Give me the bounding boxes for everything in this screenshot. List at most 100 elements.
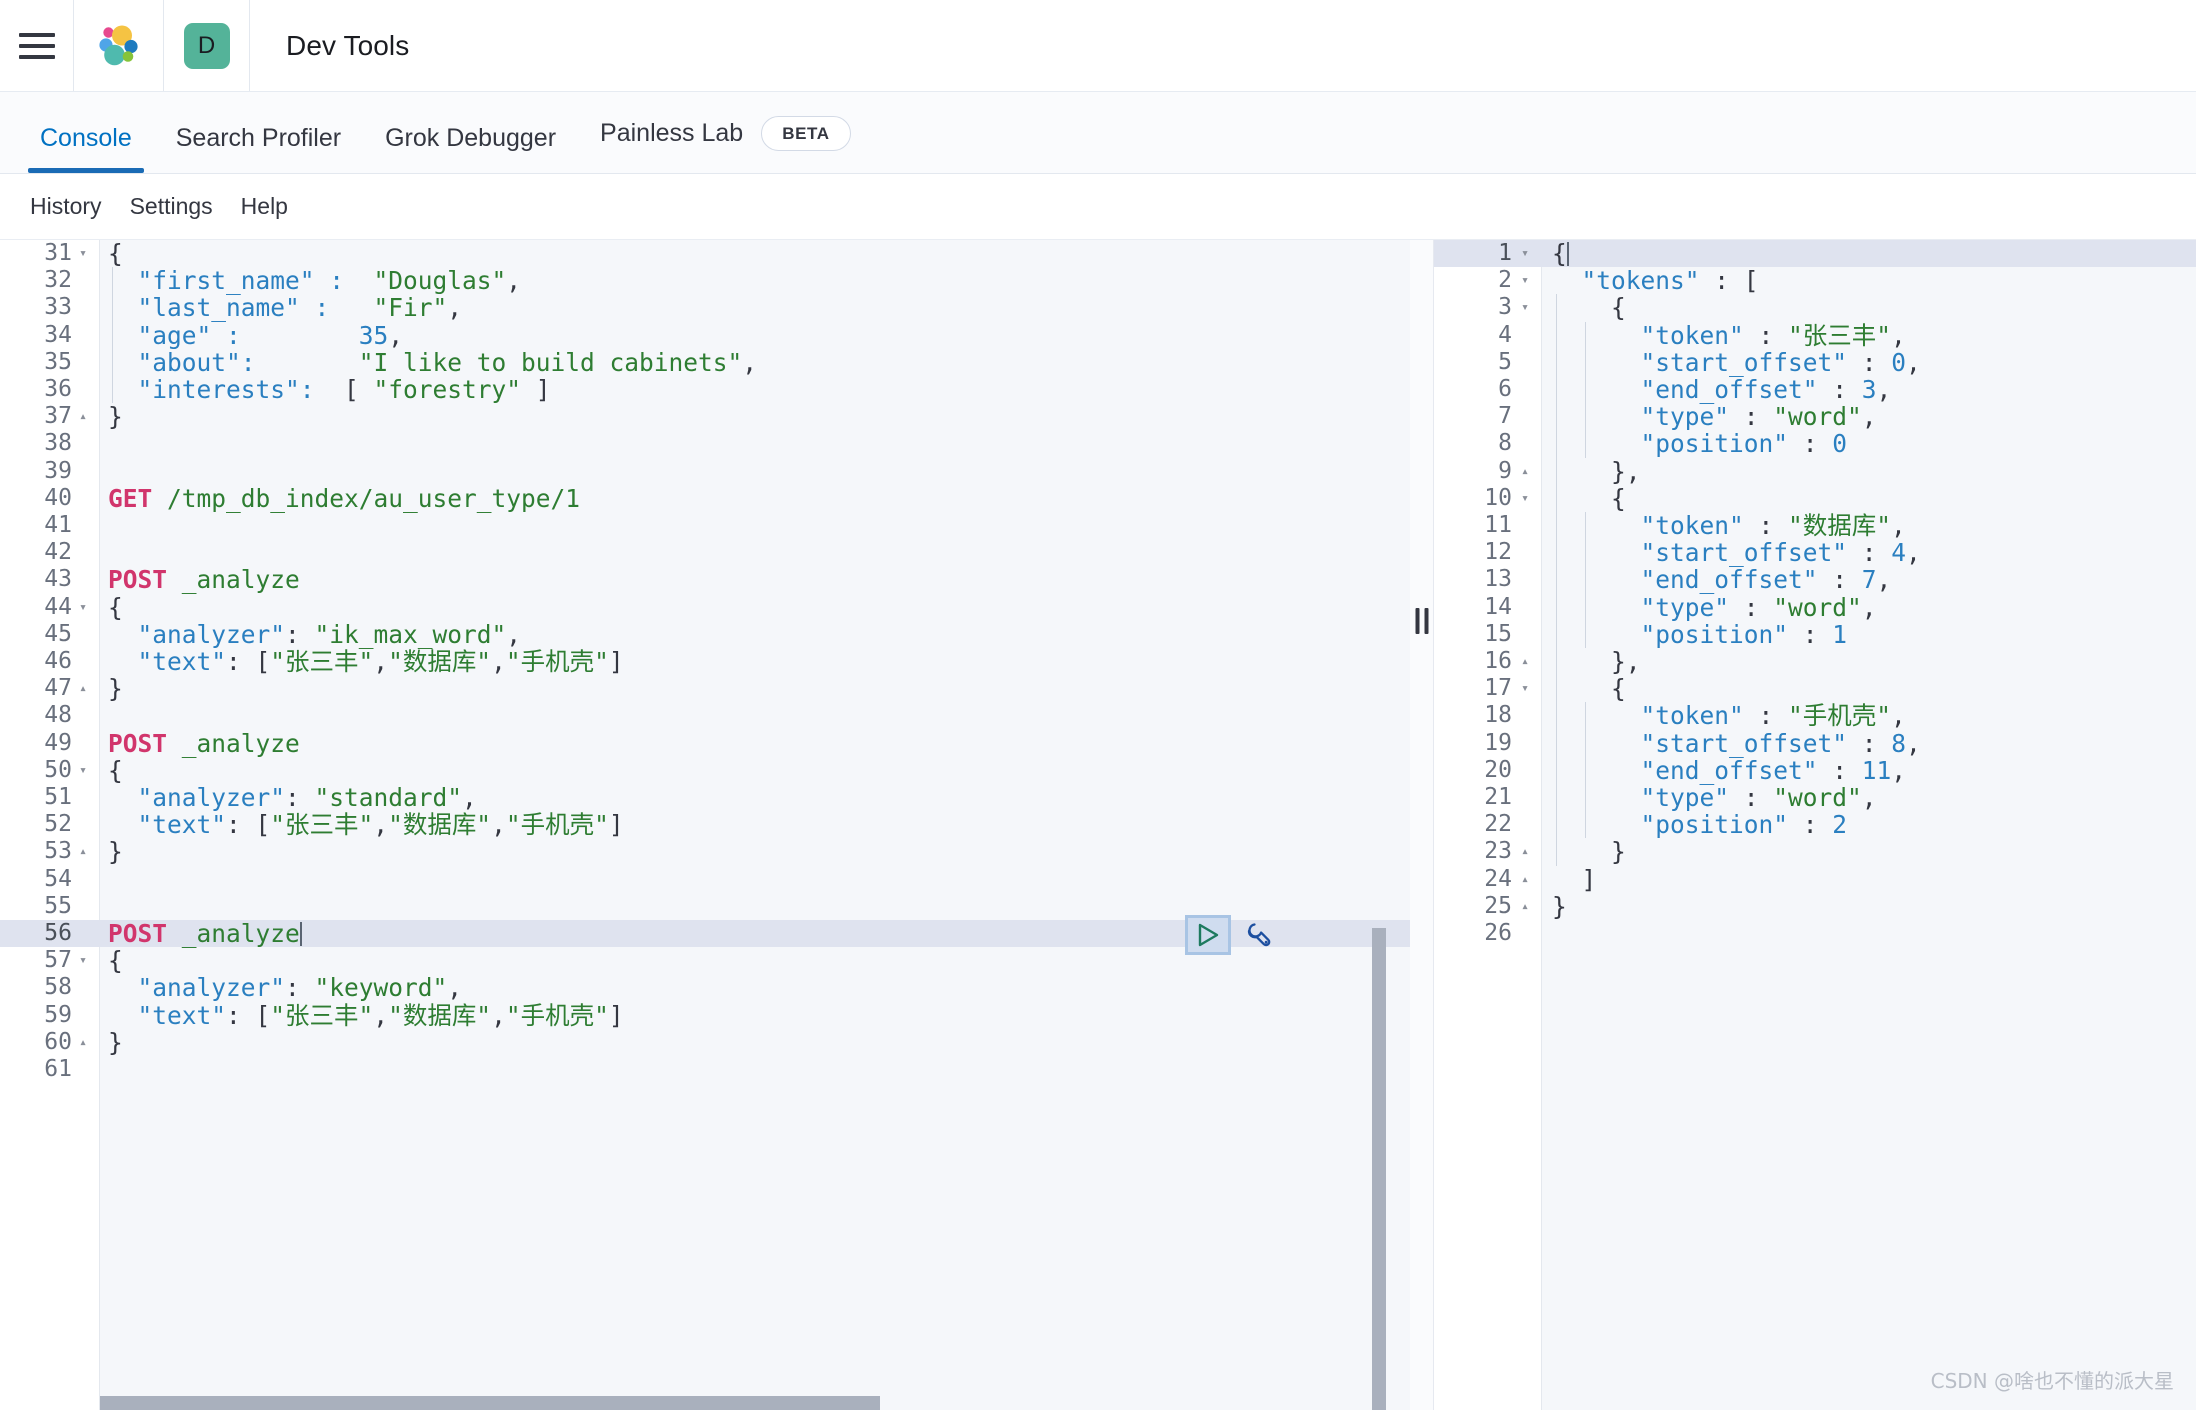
code-line[interactable]: 12 "start_offset" : 4, <box>1434 539 2196 567</box>
code-line[interactable]: 21 "type" : "word", <box>1434 784 2196 812</box>
code-line[interactable]: 31 ▾ { <box>0 240 1410 267</box>
space-avatar-button[interactable]: D <box>164 0 250 91</box>
code-line[interactable]: 14 "type" : "word", <box>1434 593 2196 621</box>
code-line[interactable]: 61 <box>0 1056 1410 1083</box>
tab-console[interactable]: Console <box>18 126 154 173</box>
fold-open-icon[interactable]: ▾ <box>1516 675 1534 702</box>
fold-close-icon[interactable]: ▴ <box>74 838 92 865</box>
code-line[interactable]: 42 <box>0 539 1410 566</box>
code-line[interactable]: 45 "analyzer": "ik_max_word", <box>0 621 1410 648</box>
code-line[interactable]: 6 "end_offset" : 3, <box>1434 376 2196 404</box>
code-line[interactable]: 60 ▴} <box>0 1029 1410 1056</box>
fold-open-icon[interactable]: ▾ <box>1516 485 1534 512</box>
editor-horizontal-scrollbar[interactable] <box>100 1396 1396 1410</box>
fold-close-icon[interactable]: ▴ <box>74 675 92 702</box>
code-line[interactable]: 54 <box>0 866 1410 893</box>
editor-vertical-scroll-thumb[interactable] <box>1372 928 1386 1410</box>
code-line[interactable]: 2 ▾ "tokens" : [ <box>1434 267 2196 294</box>
code-line[interactable]: 40 GET /tmp_db_index/au_user_type/1 <box>0 485 1410 512</box>
fold-open-icon[interactable]: ▾ <box>1516 240 1534 267</box>
code-line[interactable]: 38 <box>0 430 1410 457</box>
menu-button[interactable] <box>0 0 74 91</box>
editor-horizontal-scroll-thumb[interactable] <box>100 1396 880 1410</box>
help-button[interactable]: Help <box>227 193 302 220</box>
fold-close-icon[interactable]: ▴ <box>1516 893 1534 920</box>
code-line[interactable]: 36 "interests": [ "forestry" ] <box>0 376 1410 404</box>
code-line[interactable]: 47 ▴} <box>0 675 1410 702</box>
code-line[interactable]: 19 "start_offset" : 8, <box>1434 729 2196 757</box>
code-line[interactable]: 53 ▴} <box>0 838 1410 865</box>
settings-button[interactable]: Settings <box>116 193 227 220</box>
fold-open-icon[interactable]: ▾ <box>74 947 92 974</box>
fold-open-icon[interactable]: ▾ <box>1516 267 1534 294</box>
fold-close-icon[interactable]: ▴ <box>1516 648 1534 675</box>
code-line[interactable]: 52 "text": ["张三丰","数据库","手机壳"] <box>0 811 1410 838</box>
code-line[interactable]: 8 "position" : 0 <box>1434 430 2196 458</box>
code-line[interactable]: 44 ▾ { <box>0 593 1410 621</box>
code-line[interactable]: 11 "token" : "数据库", <box>1434 512 2196 540</box>
tab-search-profiler[interactable]: Search Profiler <box>154 126 363 173</box>
code-line[interactable]: 15 "position" : 1 <box>1434 621 2196 648</box>
request-editor-pane[interactable]: 31 ▾{32 "first_name" : "Douglas", 33 "last… <box>0 240 1410 1410</box>
code-line[interactable]: 39 <box>0 458 1410 485</box>
tab-grok-debugger[interactable]: Grok Debugger <box>363 126 578 173</box>
code-line[interactable]: 23 ▴ } <box>1434 838 2196 866</box>
fold-close-icon[interactable]: ▴ <box>1516 458 1534 485</box>
fold-open-icon[interactable]: ▾ <box>1516 294 1534 321</box>
send-request-play-button[interactable] <box>1185 915 1231 955</box>
line-number: 4 <box>1498 321 1512 348</box>
hamburger-icon[interactable] <box>18 32 55 59</box>
fold-close-icon[interactable]: ▴ <box>74 1029 92 1056</box>
tab-painless-lab[interactable]: Painless Lab BETA <box>578 116 873 173</box>
fold-open-icon[interactable]: ▾ <box>74 757 92 784</box>
code-line[interactable]: 48 <box>0 702 1410 729</box>
code-line[interactable]: 13 "end_offset" : 7, <box>1434 566 2196 594</box>
code-line[interactable]: 59 "text": ["张三丰","数据库","手机壳"] <box>0 1001 1410 1029</box>
line-number: 33 <box>44 294 72 321</box>
code-text: "start_offset" : 0, <box>1552 347 1921 377</box>
code-line[interactable]: 46 "text": ["张三丰","数据库","手机壳"] <box>0 648 1410 675</box>
elastic-logo-button[interactable] <box>74 0 164 91</box>
code-line[interactable]: 20 "end_offset" : 11, <box>1434 757 2196 784</box>
fold-open-icon[interactable]: ▾ <box>74 240 92 267</box>
code-line[interactable]: 17 ▾ { <box>1434 675 2196 703</box>
response-viewer-pane[interactable]: 1 ▾{2 ▾ "tokens" : [3 ▾ {4 "token" : "张三丰",… <box>1434 240 2196 1410</box>
code-line[interactable]: 24 ▴ ] <box>1434 865 2196 893</box>
code-line[interactable]: 10 ▾ { <box>1434 485 2196 512</box>
request-options-wrench-button[interactable] <box>1237 915 1277 955</box>
code-line[interactable]: 3 ▾ { <box>1434 294 2196 322</box>
code-line[interactable]: 33 "last_name" : "Fir", <box>0 294 1410 322</box>
code-line[interactable]: 50 ▾ { <box>0 757 1410 784</box>
panel-splitter[interactable] <box>1410 240 1434 1410</box>
code-line[interactable]: 35 "about": "I like to build cabinets", <box>0 349 1410 376</box>
code-line[interactable]: 18 "token" : "手机壳", <box>1434 702 2196 730</box>
code-line[interactable]: 41 <box>0 512 1410 539</box>
code-line[interactable]: 7 "type" : "word", <box>1434 403 2196 431</box>
line-number: 39 <box>44 457 72 484</box>
code-line[interactable]: 22 "position" : 2 <box>1434 811 2196 839</box>
history-button[interactable]: History <box>16 193 116 220</box>
fold-close-icon[interactable]: ▴ <box>1516 838 1534 865</box>
code-text: } <box>108 837 123 867</box>
code-line[interactable]: 37 ▴} <box>0 403 1410 430</box>
code-line[interactable]: 49 POST _analyze <box>0 729 1410 757</box>
text-caret <box>1566 242 1569 266</box>
fold-open-icon[interactable]: ▾ <box>74 594 92 621</box>
code-line[interactable]: 9 ▴ }, <box>1434 457 2196 485</box>
code-line[interactable]: 4 "token" : "张三丰", <box>1434 321 2196 349</box>
fold-close-icon[interactable]: ▴ <box>1516 866 1534 893</box>
drag-handle-icon[interactable] <box>1415 608 1428 634</box>
code-line[interactable]: 51 "analyzer": "standard", <box>0 784 1410 811</box>
code-line[interactable]: 5 "start_offset" : 0, <box>1434 349 2196 376</box>
code-line[interactable]: 32 "first_name" : "Douglas", <box>0 267 1410 295</box>
fold-close-icon[interactable]: ▴ <box>74 403 92 430</box>
code-line[interactable]: 25 ▴} <box>1434 893 2196 920</box>
code-line[interactable]: 16 ▴ }, <box>1434 648 2196 676</box>
code-line[interactable]: 58 "analyzer": "keyword", <box>0 974 1410 1001</box>
code-line[interactable]: 26 <box>1434 920 2196 947</box>
code-text: { <box>108 755 123 785</box>
editor-vertical-scrollbar[interactable] <box>1372 240 1386 1410</box>
code-line[interactable]: 34 "age" : 35, <box>0 321 1410 349</box>
code-line[interactable]: 43 POST _analyze <box>0 566 1410 593</box>
code-line[interactable]: 1 ▾ { <box>1434 240 2196 268</box>
